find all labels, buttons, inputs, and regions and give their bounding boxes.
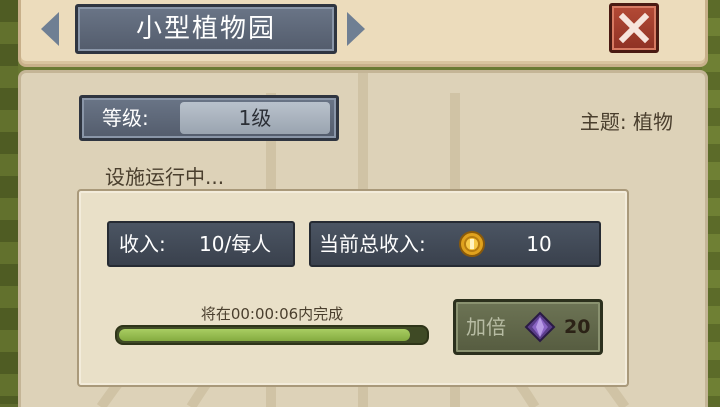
progress-fill [119,329,410,341]
progress-timer-text: 将在00:00:06内完成 [200,305,344,323]
status-text: 设施运行中... [105,165,225,189]
dialog-header: 小型植物园 [18,0,708,67]
chevron-right-icon[interactable] [347,12,365,46]
income-chip: 收入: 10/每人 [107,221,295,267]
level-plate: 等级: 1级 [79,95,339,141]
double-cost: 20 [564,316,591,338]
grass-border-left [0,0,18,404]
progress-bar [115,325,429,345]
level-label: 等级: [102,106,149,130]
close-button[interactable] [609,3,659,53]
total-income-value: 10 [526,232,552,256]
income-box: 收入: 10/每人 当前总收入: 10 将在00:00:06内完成 加倍 20 [77,189,629,387]
level-value: 1级 [180,102,330,134]
theme-text: 主题: 植物 [579,110,673,134]
income-value: 10/每人 [199,232,272,256]
income-label: 收入: [119,232,166,256]
double-label: 加倍 [466,315,506,339]
gold-coin-icon [459,231,485,257]
facility-panel: 等级: 1级 主题: 植物 设施运行中... 收入: 10/每人 当前总收入: … [18,70,708,407]
facility-title: 小型植物园 [135,14,276,44]
total-income-chip: 当前总收入: 10 [309,221,601,267]
title-plate: 小型植物园 [75,4,337,54]
close-icon [618,12,650,44]
double-income-button[interactable]: 加倍 20 [453,299,603,355]
chevron-left-icon[interactable] [41,12,59,46]
purple-gem-icon [524,311,556,343]
total-income-label: 当前总收入: [319,232,426,256]
